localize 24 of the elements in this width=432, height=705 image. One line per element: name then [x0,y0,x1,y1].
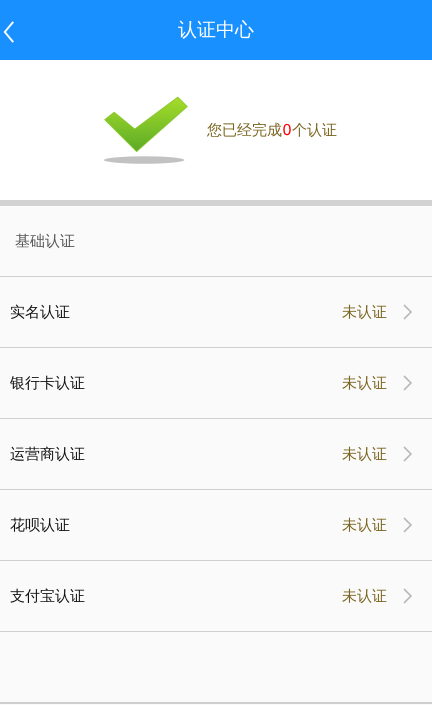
status-text: 未认证 [342,302,387,322]
section-title: 基础认证 [15,232,75,250]
status-text: 未认证 [342,516,387,534]
list-item[interactable]: 实名认证 未认证 [0,277,432,348]
chevron-icon [403,304,412,320]
chevron-icon [403,375,412,391]
completion-text: 您已经完成0个认证 [207,120,337,140]
list-item[interactable]: 运营商认证 未认证 [0,419,432,490]
status-text: 未认证 [342,444,387,464]
page-title: 认证中心 [178,18,254,43]
back-icon[interactable] [3,21,15,43]
item-label: 运营商认证 [10,444,86,464]
status-text: 未认证 [342,586,387,606]
list-item[interactable]: 银行卡认证 未认证 [0,348,432,419]
chevron-icon [403,446,412,462]
chevron-icon [403,588,412,604]
status-text: 未认证 [342,374,387,392]
list-item[interactable]: 支付宝认证 未认证 [0,561,432,632]
item-label: 银行卡认证 [10,374,86,392]
item-label: 花呗认证 [10,516,71,534]
item-label: 支付宝认证 [10,586,86,606]
item-label: 实名认证 [10,302,71,322]
chevron-icon [403,517,412,533]
list-item[interactable]: 花呗认证 未认证 [0,490,432,561]
